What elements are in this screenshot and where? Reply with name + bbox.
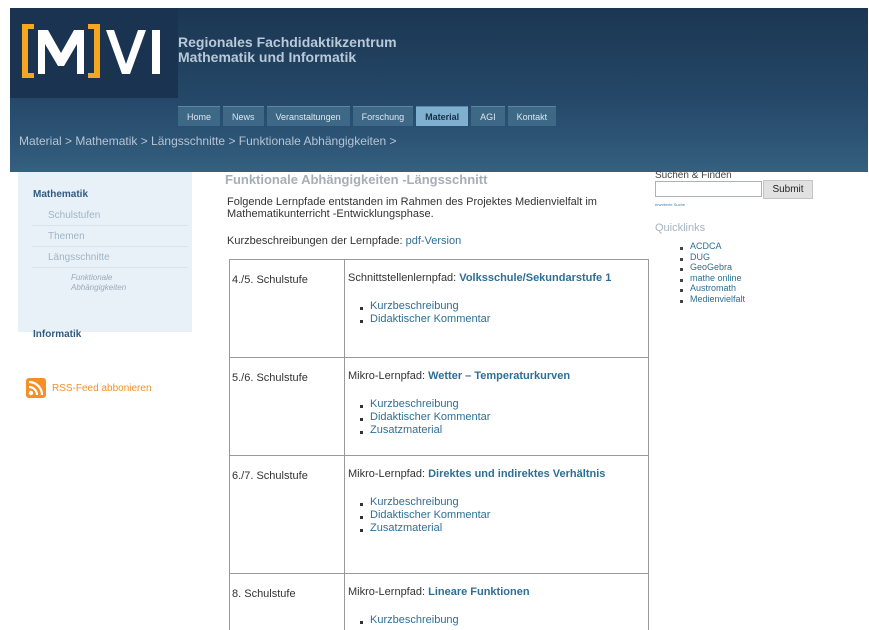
quicklink-mathe-online[interactable]: mathe online [679, 273, 745, 284]
row-body: Mikro-Lernpfad: Direktes und indirektes … [348, 468, 648, 535]
table-row: 6./7. Schulstufe Mikro-Lernpfad: Direkte… [230, 455, 648, 573]
kurzbeschreibung-link[interactable]: Kurzbeschreibung [360, 496, 648, 509]
didaktischer-kommentar-link[interactable]: Didaktischer Kommentar [360, 509, 648, 522]
quicklinks-title: Quicklinks [655, 222, 706, 234]
sidebar-item-schulstufen[interactable]: Schulstufen [32, 210, 188, 226]
site-title: Regionales Fachdidaktikzentrum Mathemati… [178, 35, 397, 65]
sidebar-subitem-line1: Funktionale [71, 273, 113, 282]
site-title-line1: Regionales Fachdidaktikzentrum [178, 34, 397, 50]
sidebar-item-mathematik[interactable]: Mathematik [33, 189, 88, 200]
lernpfad-title-link[interactable]: Direktes und indirektes Verhältnis [428, 468, 605, 480]
rss-icon [26, 378, 46, 398]
rss-link[interactable]: RSS-Feed abbonieren [26, 378, 152, 398]
row-prefix: Mikro-Lernpfad: [348, 468, 429, 480]
nav-forschung[interactable]: Forschung [352, 106, 414, 126]
row-level: 6./7. Schulstufe [230, 456, 345, 573]
row-level: 4./5. Schulstufe [230, 260, 345, 357]
row-body: Schnittstellenlernpfad: Volksschule/Seku… [348, 272, 648, 326]
search-box: Suchen & Finden Submit erweiterte Suche [655, 170, 813, 207]
quicklink-austromath[interactable]: Austromath [679, 283, 745, 294]
table-row: 4./5. Schulstufe Schnittstellenlernpfad:… [230, 259, 648, 357]
browser-page: Regionales Fachdidaktikzentrum Mathemati… [10, 8, 868, 630]
main-nav: Home News Veranstaltungen Forschung Mate… [178, 106, 559, 126]
nav-home[interactable]: Home [178, 106, 221, 126]
table-row: 8. Schulstufe Mikro-Lernpfad: Lineare Fu… [230, 573, 648, 630]
kurzbeschreibung-link[interactable]: Kurzbeschreibung [360, 300, 648, 313]
pdf-version-link[interactable]: pdf-Version [406, 235, 462, 247]
downloads-label: Kurzbeschreibungen der Lernpfade: [227, 235, 406, 247]
didaktischer-kommentar-link[interactable]: Didaktischer Kommentar [360, 411, 648, 424]
row-body: Mikro-Lernpfad: Wetter – Temperaturkurve… [348, 370, 648, 437]
site-title-line2: Mathematik und Informatik [178, 49, 357, 65]
quicklink-dug[interactable]: DUG [679, 252, 745, 263]
table-row: 5./6. Schulstufe Mikro-Lernpfad: Wetter … [230, 357, 648, 455]
sidebar-item-laengsschnitte[interactable]: Längsschnitte [32, 252, 188, 268]
search-label: Suchen & Finden [655, 170, 732, 181]
row-links: Kurzbeschreibung Didaktischer Kommentar … [348, 398, 648, 437]
lernpfade-table: 4./5. Schulstufe Schnittstellenlernpfad:… [229, 259, 649, 630]
sidebar-item-themen[interactable]: Themen [32, 231, 188, 247]
lernpfad-title-link[interactable]: Lineare Funktionen [428, 586, 529, 598]
zusatzmaterial-link[interactable]: Zusatzmaterial [360, 424, 648, 437]
sidebar: Mathematik Schulstufen Themen Längsschni… [18, 172, 192, 340]
intro-text: Folgende Lernpfade entstanden im Rahmen … [227, 196, 597, 220]
kurzbeschreibung-link[interactable]: Kurzbeschreibung [360, 398, 648, 411]
nav-news[interactable]: News [223, 106, 264, 126]
rss-label: RSS-Feed abbonieren [52, 382, 152, 394]
site-header: Regionales Fachdidaktikzentrum Mathemati… [10, 8, 868, 172]
row-links: Kurzbeschreibung Didaktischer Kommentar … [348, 496, 648, 535]
row-level: 8. Schulstufe [230, 574, 345, 630]
row-links: Kurzbeschreibung [348, 614, 648, 627]
zusatzmaterial-link[interactable]: Zusatzmaterial [360, 522, 648, 535]
quicklink-acdca[interactable]: ACDCA [679, 241, 745, 252]
search-input[interactable] [655, 181, 762, 197]
sidebar-subitem-funktionale[interactable]: Funktionale Abhängigkeiten [71, 273, 126, 293]
nav-agi[interactable]: AGI [471, 106, 505, 126]
mvi-logo-icon[interactable] [18, 20, 173, 82]
quicklink-medienvielfalt[interactable]: Medienvielfalt [679, 294, 745, 305]
advanced-search-link[interactable]: erweiterte Suche [655, 202, 685, 207]
downloads-line: Kurzbeschreibungen der Lernpfade: pdf-Ve… [227, 235, 461, 247]
lernpfad-title-link[interactable]: Volksschule/Sekundarstufe 1 [459, 272, 611, 284]
logo-area [10, 8, 178, 98]
quicklink-geogebra[interactable]: GeoGebra [679, 262, 745, 273]
nav-material[interactable]: Material [416, 106, 469, 126]
nav-kontakt[interactable]: Kontakt [507, 106, 557, 126]
row-level: 5./6. Schulstufe [230, 358, 345, 455]
sidebar-item-informatik[interactable]: Informatik [33, 329, 81, 340]
page-title: Funktionale Abhängigkeiten -Längsschnitt [225, 172, 488, 187]
row-prefix: Mikro-Lernpfad: [348, 370, 429, 382]
row-prefix: Mikro-Lernpfad: [348, 586, 429, 598]
sidebar-subitem-line2: Abhängigkeiten [71, 283, 127, 292]
quicklinks-list: ACDCA DUG GeoGebra mathe online Austroma… [679, 241, 745, 305]
row-body: Mikro-Lernpfad: Lineare Funktionen Kurzb… [348, 586, 648, 627]
submit-button[interactable]: Submit [763, 180, 813, 199]
didaktischer-kommentar-link[interactable]: Didaktischer Kommentar [360, 313, 648, 326]
row-links: Kurzbeschreibung Didaktischer Kommentar [348, 300, 648, 326]
lernpfad-title-link[interactable]: Wetter – Temperaturkurven [428, 370, 570, 382]
kurzbeschreibung-link[interactable]: Kurzbeschreibung [360, 614, 648, 627]
breadcrumb[interactable]: Material > Mathematik > Längsschnitte > … [19, 134, 397, 148]
nav-veranstaltungen[interactable]: Veranstaltungen [266, 106, 350, 126]
row-prefix: Schnittstellenlernpfad: [348, 272, 460, 284]
